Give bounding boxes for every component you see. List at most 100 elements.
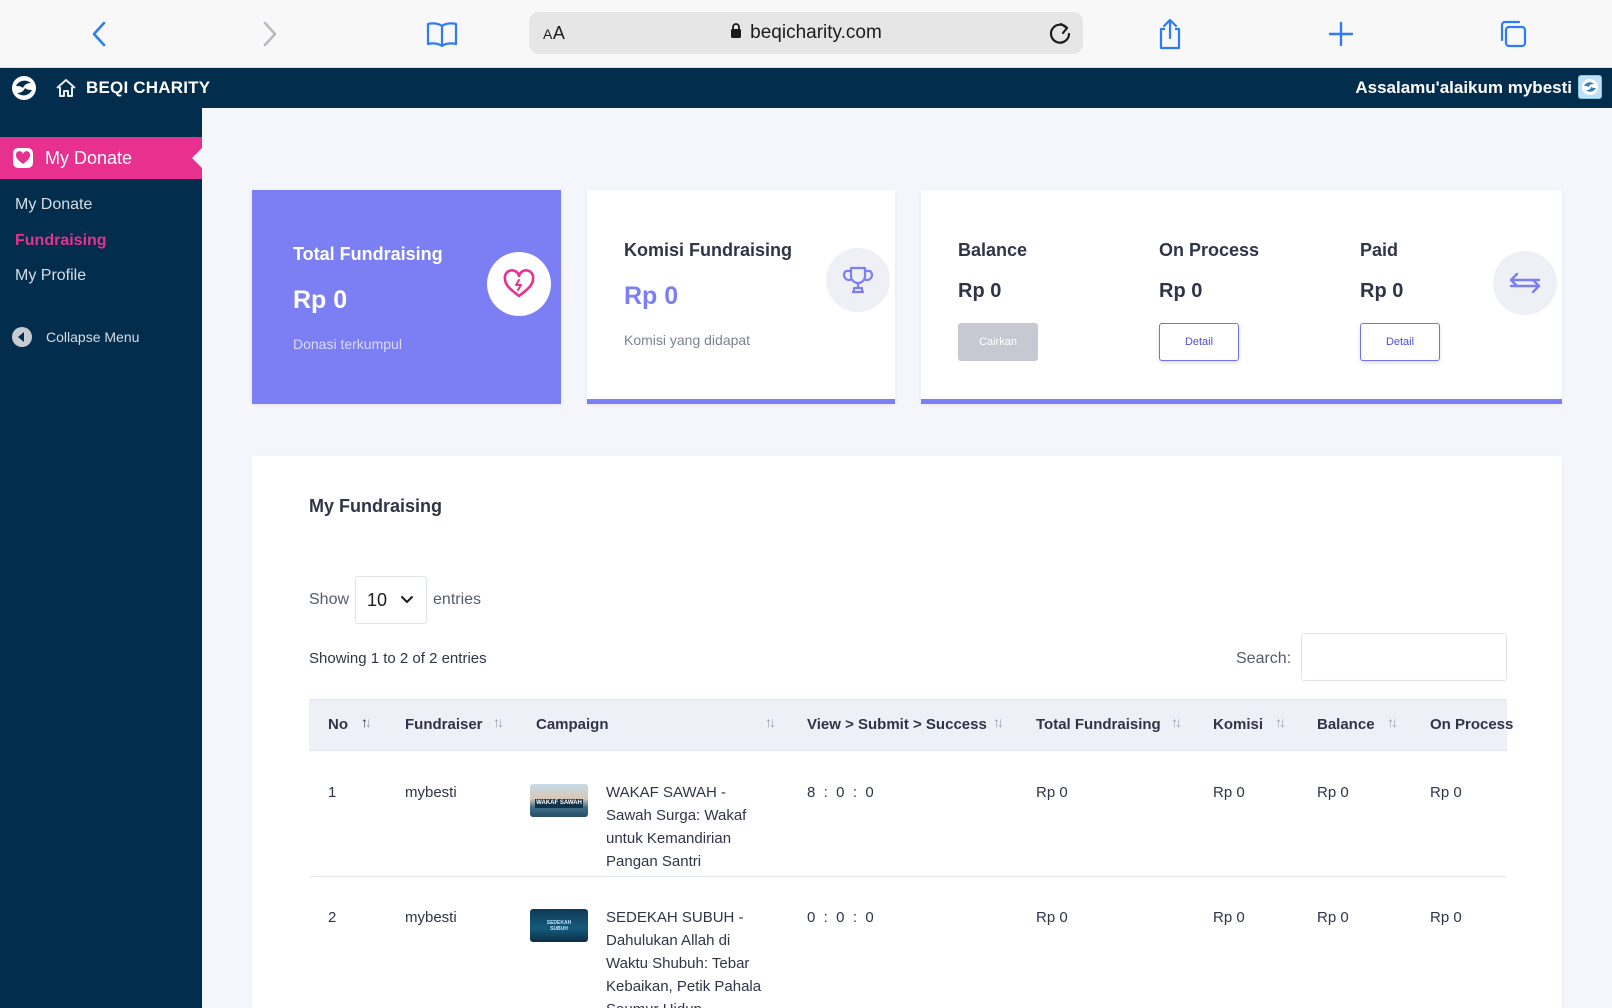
cell-total-fundraising: Rp 0 — [1036, 784, 1068, 801]
chevron-left-icon[interactable] — [79, 14, 119, 54]
transfer-arrows-icon — [1509, 272, 1541, 294]
cell-komisi: Rp 0 — [1213, 909, 1245, 926]
sort-icon[interactable]: ↑↓ — [993, 714, 1004, 730]
chevron-right-icon[interactable] — [250, 14, 290, 54]
cell-no: 2 — [328, 909, 337, 926]
trophy-icon — [842, 266, 874, 294]
entries-label: entries — [433, 591, 482, 608]
balance-title: Balance — [958, 240, 1028, 260]
cell-campaign[interactable]: WAKAF SAWAH - Sawah Surga: Wakaf untuk K… — [606, 781, 776, 873]
main-content: Total Fundraising Rp 0 Donasi terkumpul … — [202, 108, 1612, 1008]
campaign-thumbnail-caption: WAKAF SAWAH — [535, 799, 583, 808]
transfer-badge — [1493, 251, 1557, 315]
panel-title: My Fundraising — [309, 496, 443, 516]
campaign-thumbnail[interactable]: SEDEKAH SUBUH — [530, 909, 588, 942]
sidebar: My Donate My Donate Fundraising My Profi… — [0, 108, 202, 1008]
share-icon[interactable] — [1150, 14, 1190, 54]
reload-icon[interactable] — [1047, 20, 1073, 46]
sort-icon[interactable]: ↑↓ — [765, 714, 776, 730]
cell-no: 1 — [328, 784, 337, 801]
komisi-title: Komisi Fundraising — [624, 240, 793, 260]
paid-title: Paid — [1360, 240, 1399, 260]
show-label: Show — [309, 591, 350, 608]
entries-select[interactable]: 10 — [355, 576, 428, 624]
total-fundraising-subtitle: Donasi terkumpul — [293, 336, 402, 352]
lock-icon — [731, 23, 742, 38]
url-text: beqicharity.com — [750, 22, 882, 43]
brand-logo-icon[interactable] — [10, 74, 38, 102]
sort-icon[interactable]: ↑↓ — [493, 714, 504, 730]
cell-campaign[interactable]: SEDEKAH SUBUH - Dahulukan Allah di Waktu… — [606, 906, 776, 1008]
column-header-komisi[interactable]: Komisi — [1213, 716, 1263, 733]
sidebar-item-fundraising[interactable]: Fundraising — [15, 232, 107, 250]
paid-amount: Rp 0 — [1360, 280, 1404, 302]
search-input[interactable] — [1301, 633, 1507, 681]
sort-icon[interactable]: ↑↓ — [1171, 714, 1182, 730]
search-label: Search: — [1236, 650, 1292, 667]
cell-on-process: Rp 0 — [1430, 784, 1462, 801]
app-header: BEQI CHARITY Assalamu'alaikum mybesti — [0, 68, 1612, 108]
column-header-on-process[interactable]: On Process — [1430, 716, 1513, 733]
sort-icon[interactable]: ↑↓ — [1275, 714, 1286, 730]
my-fundraising-panel: My Fundraising Show 10 entries Showing 1… — [252, 456, 1562, 1008]
balance-card: Balance Rp 0 Cairkan On Process Rp 0 Det… — [921, 190, 1562, 404]
total-fundraising-card: Total Fundraising Rp 0 Donasi terkumpul — [252, 190, 561, 404]
cell-view-submit-success: 0 : 0 : 0 — [807, 909, 874, 926]
on-process-title: On Process — [1159, 240, 1260, 260]
avatar[interactable] — [1578, 75, 1602, 99]
sidebar-section-label: My Donate — [45, 148, 133, 168]
active-notch — [192, 148, 202, 168]
heart-badge — [487, 252, 551, 316]
entries-length-control: Show 10 entries — [309, 576, 481, 624]
sidebar-item-my-donate[interactable]: My Donate — [15, 196, 92, 214]
table-header: No ↑↓ Fundraiser ↑↓ Campaign ↑↓ View > S… — [309, 699, 1513, 751]
total-fundraising-amount: Rp 0 — [293, 286, 348, 314]
entries-select-value: 10 — [367, 590, 388, 610]
column-header-view-submit-success[interactable]: View > Submit > Success — [807, 716, 987, 733]
on-process-detail-button[interactable]: Detail — [1159, 323, 1239, 361]
cell-komisi: Rp 0 — [1213, 784, 1245, 801]
cell-total-fundraising: Rp 0 — [1036, 909, 1068, 926]
cell-balance: Rp 0 — [1317, 909, 1349, 926]
cairkan-button[interactable]: Cairkan — [958, 323, 1038, 361]
avatar-logo-icon — [1582, 79, 1598, 95]
cell-balance: Rp 0 — [1317, 784, 1349, 801]
on-process-amount: Rp 0 — [1159, 280, 1203, 302]
column-header-campaign[interactable]: Campaign — [536, 716, 609, 733]
column-header-no[interactable]: No — [328, 716, 348, 733]
tabs-icon[interactable] — [1493, 14, 1533, 54]
campaign-thumbnail[interactable]: WAKAF SAWAH — [530, 784, 588, 817]
sidebar-section-my-donate[interactable]: My Donate — [0, 137, 202, 179]
column-header-total-fundraising[interactable]: Total Fundraising — [1036, 716, 1161, 733]
campaign-thumbnail-caption: SEDEKAH SUBUH — [546, 920, 572, 932]
trophy-badge — [826, 248, 890, 312]
cell-view-submit-success: 8 : 0 : 0 — [807, 784, 874, 801]
cell-on-process: Rp 0 — [1430, 909, 1462, 926]
user-greeting[interactable]: Assalamu'alaikum mybesti — [1355, 78, 1572, 98]
browser-toolbar: AA beqicharity.com — [0, 0, 1612, 68]
column-header-fundraiser[interactable]: Fundraiser — [405, 716, 483, 733]
sidebar-item-my-profile[interactable]: My Profile — [15, 267, 86, 285]
sort-icon[interactable]: ↑↓ — [361, 714, 372, 730]
sort-icon[interactable]: ↑↓ — [1387, 714, 1398, 730]
table-row: 1 mybesti WAKAF SAWAH WAKAF SAWAH - Sawa… — [309, 752, 1507, 877]
collapse-menu-label: Collapse Menu — [46, 329, 140, 345]
plus-icon[interactable] — [1321, 14, 1361, 54]
paid-detail-button[interactable]: Detail — [1360, 323, 1440, 361]
heart-outline-icon — [503, 269, 535, 298]
collapse-menu-button[interactable]: Collapse Menu — [12, 327, 139, 347]
total-fundraising-title: Total Fundraising — [293, 244, 443, 264]
column-header-balance[interactable]: Balance — [1317, 716, 1375, 733]
heart-icon — [13, 148, 33, 168]
balance-amount: Rp 0 — [958, 280, 1002, 302]
brand-title[interactable]: BEQI CHARITY — [86, 78, 210, 98]
home-icon[interactable] — [55, 77, 77, 99]
cell-fundraiser: mybesti — [405, 909, 457, 926]
table-row: 2 mybesti SEDEKAH SUBUH SEDEKAH SUBUH - … — [309, 877, 1507, 1008]
komisi-subtitle: Komisi yang didapat — [624, 332, 751, 348]
book-icon[interactable] — [422, 14, 462, 54]
chevron-down-icon — [401, 596, 414, 603]
address-bar[interactable]: AA beqicharity.com — [529, 12, 1083, 54]
komisi-amount: Rp 0 — [624, 282, 679, 310]
table-info: Showing 1 to 2 of 2 entries — [309, 650, 487, 667]
